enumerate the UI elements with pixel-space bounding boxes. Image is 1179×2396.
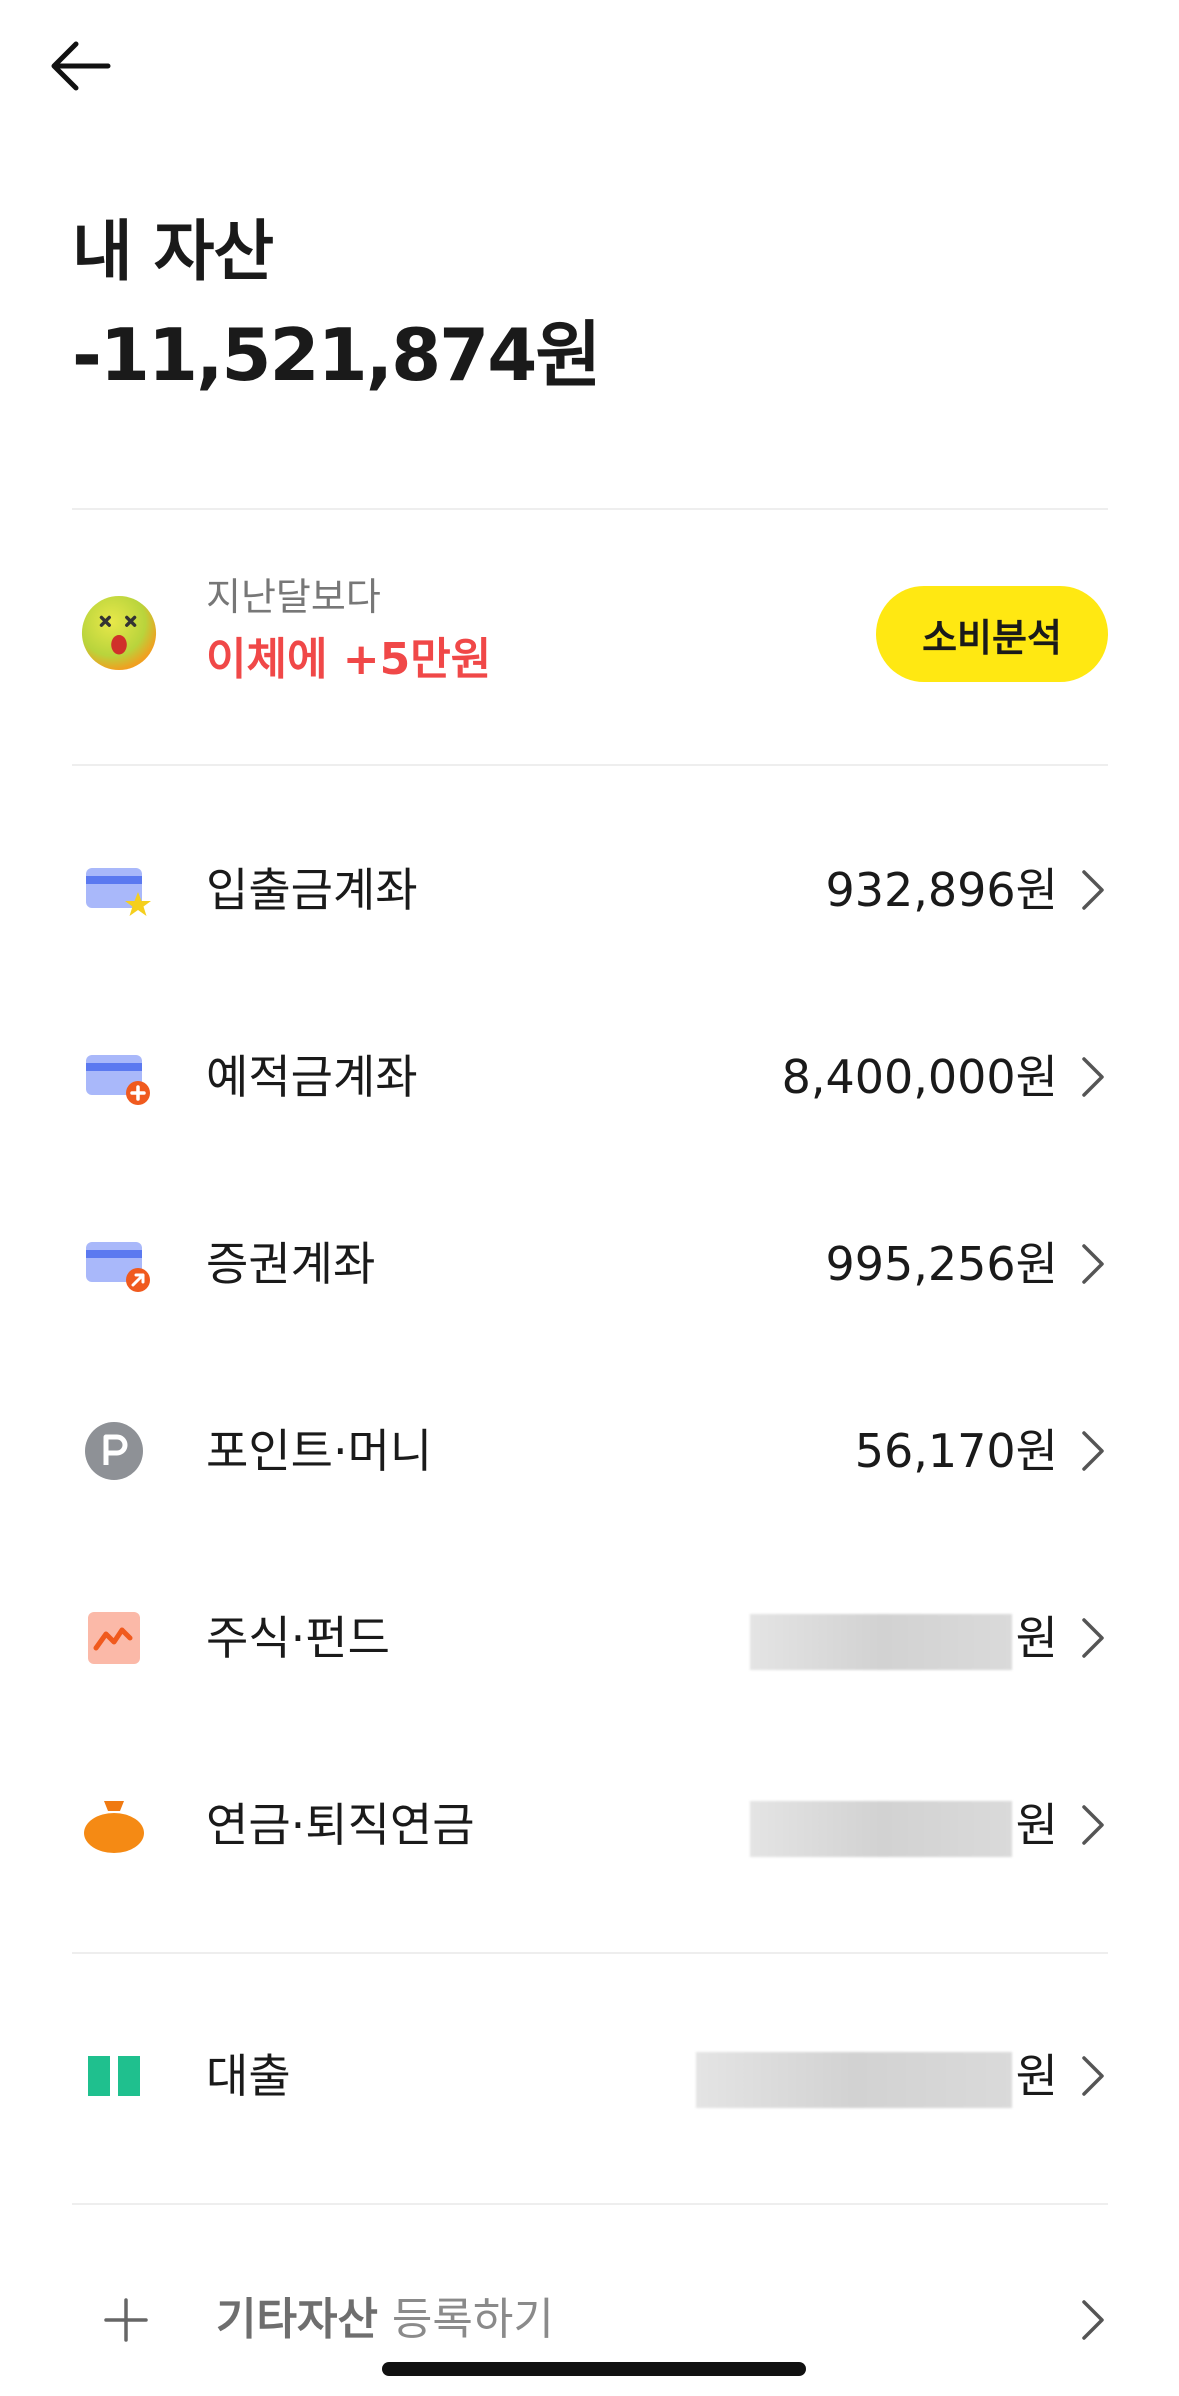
asset-row-savings[interactable]: 예적금계좌 8,400,000원 — [72, 1017, 1108, 1137]
chevron-right-icon — [1082, 1431, 1104, 1471]
monthly-compare-section: 지난달보다 이체에 +5만원 소비분석 — [72, 560, 1108, 710]
home-indicator — [382, 2362, 806, 2376]
asset-value: 995,256원 — [825, 1237, 1058, 1291]
stock-chart-icon — [88, 1612, 140, 1664]
asset-value-masked: 원 — [749, 1795, 1058, 1857]
asset-row-pension[interactable]: 연금·퇴직연금 원 — [72, 1765, 1108, 1885]
asset-value-masked: 원 — [749, 1608, 1058, 1670]
asset-value: 932,896원 — [825, 863, 1058, 917]
currency-unit: 원 — [1015, 1798, 1058, 1852]
asset-label: 증권계좌 — [206, 1237, 376, 1291]
asset-row-points[interactable]: 포인트·머니 56,170원 — [72, 1391, 1108, 1511]
asset-row-securities[interactable]: 증권계좌 995,256원 — [72, 1204, 1108, 1324]
asset-row-checking[interactable]: 입출금계좌 932,896원 — [72, 830, 1108, 950]
loan-bars-icon — [88, 2056, 140, 2096]
asset-value-masked: 원 — [695, 2046, 1058, 2108]
other-assets-text: 기타자산 — [216, 2294, 378, 2345]
asset-label: 입출금계좌 — [206, 863, 418, 917]
asset-row-loan[interactable]: 대출 원 — [72, 2016, 1108, 2136]
compare-subtitle: 지난달보다 — [206, 575, 381, 619]
divider — [72, 1952, 1108, 1954]
page-title: 내 자산 — [72, 213, 274, 290]
spending-analysis-button[interactable]: 소비분석 — [876, 586, 1108, 682]
chevron-right-icon — [1082, 2300, 1104, 2340]
plus-icon — [104, 2298, 148, 2342]
total-asset-amount: -11,521,874원 — [72, 313, 602, 397]
asset-label: 대출 — [206, 2049, 291, 2103]
chevron-right-icon — [1082, 1057, 1104, 1097]
asset-label: 포인트·머니 — [206, 1424, 433, 1478]
divider — [72, 508, 1108, 510]
currency-unit: 원 — [1015, 2049, 1058, 2103]
asset-value: 56,170원 — [854, 1424, 1058, 1478]
currency-unit: 원 — [1015, 1611, 1058, 1665]
point-p-icon — [85, 1422, 143, 1480]
masked-amount — [749, 1800, 1012, 1857]
chevron-right-icon — [1082, 1805, 1104, 1845]
chevron-right-icon — [1082, 1618, 1104, 1658]
masked-amount — [695, 2051, 1012, 2108]
chevron-right-icon — [1082, 1244, 1104, 1284]
chevron-right-icon — [1082, 2056, 1104, 2096]
dizzy-face-icon — [81, 595, 157, 671]
asset-label: 연금·퇴직연금 — [206, 1798, 475, 1852]
divider — [72, 2203, 1108, 2205]
back-button[interactable] — [48, 36, 120, 96]
register-other-assets-button[interactable]: 기타자산 등록하기 — [72, 2270, 1108, 2370]
card-star-icon — [86, 868, 151, 916]
register-text: 등록하기 — [377, 2294, 554, 2345]
asset-value: 8,400,000원 — [781, 1050, 1058, 1104]
register-other-assets-label: 기타자산 등록하기 — [216, 2290, 554, 2350]
money-pouch-icon — [84, 1801, 144, 1853]
compare-highlight: 이체에 +5만원 — [206, 634, 492, 685]
chevron-right-icon — [1082, 870, 1104, 910]
card-arrow-icon — [86, 1242, 150, 1292]
card-plus-icon — [86, 1055, 150, 1105]
asset-label: 주식·펀드 — [206, 1611, 390, 1665]
asset-row-stocks-funds[interactable]: 주식·펀드 원 — [72, 1578, 1108, 1698]
asset-label: 예적금계좌 — [206, 1050, 418, 1104]
divider — [72, 764, 1108, 766]
masked-amount — [749, 1613, 1012, 1670]
arrow-left-icon — [51, 41, 111, 91]
